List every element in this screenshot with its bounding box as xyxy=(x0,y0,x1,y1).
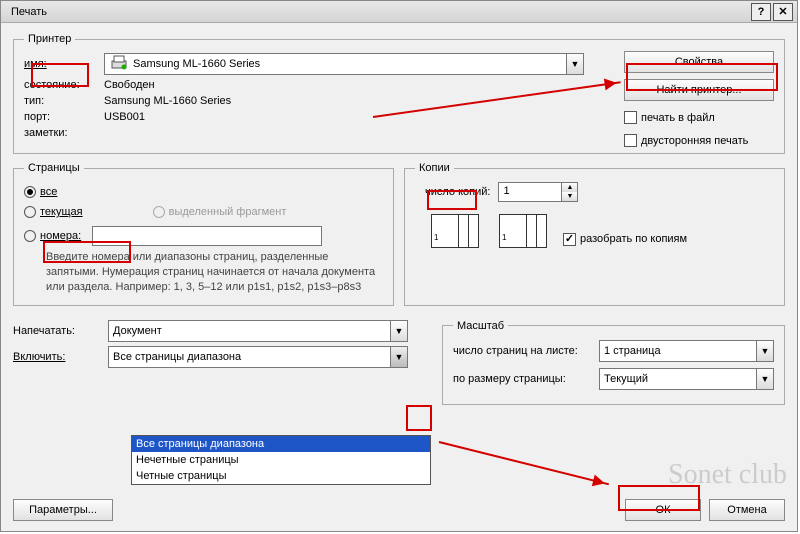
cancel-button[interactable]: Отмена xyxy=(709,499,785,521)
include-dropdown-list[interactable]: Все страницы диапазона Нечетные страницы… xyxy=(131,435,431,485)
pages-per-sheet-label: число страниц на листе: xyxy=(453,345,593,357)
titlebar: Печать ? ✕ xyxy=(1,1,797,23)
pages-current-label: текущая xyxy=(40,206,83,218)
pages-numbers-label: номера: xyxy=(40,230,81,242)
parameters-button[interactable]: Параметры... xyxy=(13,499,113,521)
pages-per-sheet-value: 1 страница xyxy=(600,345,756,357)
port-label: порт: xyxy=(24,111,104,123)
spin-up-icon[interactable]: ▲ xyxy=(562,183,577,192)
spin-down-icon[interactable]: ▼ xyxy=(562,192,577,201)
pages-legend: Страницы xyxy=(24,162,84,174)
find-printer-button[interactable]: Найти принтер... xyxy=(624,79,774,101)
port-value: USB001 xyxy=(104,111,145,123)
ok-button[interactable]: ОК xyxy=(625,499,701,521)
pages-all-radio[interactable] xyxy=(24,186,36,198)
printer-icon xyxy=(109,55,129,73)
print-to-file-label: печать в файл xyxy=(641,112,715,124)
dialog-title: Печать xyxy=(5,6,749,18)
watermark: Sonet club xyxy=(668,459,787,491)
copies-count-value: 1 xyxy=(499,183,561,201)
help-button[interactable]: ? xyxy=(751,3,771,21)
print-to-file-checkbox[interactable] xyxy=(624,111,637,124)
notes-label: заметки: xyxy=(24,127,104,139)
chevron-down-icon[interactable]: ▼ xyxy=(566,54,583,74)
copies-group: Копии число копий: 1 ▲▼ 3 2 1 xyxy=(404,162,785,306)
include-value: Все страницы диапазона xyxy=(109,351,390,363)
collate-label: разобрать по копиям xyxy=(580,233,687,245)
print-what-combo[interactable]: Документ ▼ xyxy=(108,320,408,342)
copies-count-label: число копий: xyxy=(425,186,490,198)
name-label: имя: xyxy=(24,58,104,70)
pages-numbers-radio[interactable] xyxy=(24,230,36,242)
duplex-checkbox[interactable] xyxy=(624,134,637,147)
pages-numbers-input[interactable] xyxy=(92,226,322,246)
fit-to-page-value: Текущий xyxy=(600,373,756,385)
chevron-down-icon[interactable]: ▼ xyxy=(390,321,407,341)
include-combo[interactable]: Все страницы диапазона ▼ xyxy=(108,346,408,368)
copies-legend: Копии xyxy=(415,162,454,174)
annotation-arrow xyxy=(439,441,609,485)
close-button[interactable]: ✕ xyxy=(773,3,793,21)
pages-current-radio[interactable] xyxy=(24,206,36,218)
include-label: Включить: xyxy=(13,351,108,363)
chevron-down-icon[interactable]: ▼ xyxy=(390,347,407,367)
pages-per-sheet-combo[interactable]: 1 страница ▼ xyxy=(599,340,774,362)
scale-legend: Масштаб xyxy=(453,320,508,332)
print-what-value: Документ xyxy=(109,325,390,337)
status-value: Свободен xyxy=(104,79,155,91)
printer-name-value: Samsung ML-1660 Series xyxy=(133,58,566,70)
chevron-down-icon[interactable]: ▼ xyxy=(756,341,773,361)
printer-group: Принтер имя: Samsung ML-1660 Series ▼ со… xyxy=(13,33,785,154)
collate-checkbox[interactable]: ✓ xyxy=(563,233,576,246)
properties-button[interactable]: Свойства xyxy=(624,51,774,73)
include-option[interactable]: Нечетные страницы xyxy=(132,452,430,468)
status-label: состояние: xyxy=(24,79,104,91)
include-option[interactable]: Четные страницы xyxy=(132,468,430,484)
print-what-label: Напечатать: xyxy=(13,325,108,337)
pages-selection-radio xyxy=(153,206,165,218)
type-label: тип: xyxy=(24,95,104,107)
chevron-down-icon[interactable]: ▼ xyxy=(756,369,773,389)
pages-all-label: все xyxy=(40,186,57,198)
pages-help-text: Введите номера или диапазоны страниц, ра… xyxy=(46,250,383,295)
duplex-label: двусторонняя печать xyxy=(641,135,748,147)
fit-to-page-combo[interactable]: Текущий ▼ xyxy=(599,368,774,390)
collate-illustration: 3 2 1 3 2 1 xyxy=(431,214,551,264)
scale-group: Масштаб число страниц на листе: 1 страни… xyxy=(442,320,785,405)
pages-selection-label: выделенный фрагмент xyxy=(169,206,287,218)
type-value: Samsung ML-1660 Series xyxy=(104,95,231,107)
fit-to-page-label: по размеру страницы: xyxy=(453,373,593,385)
printer-legend: Принтер xyxy=(24,33,75,45)
pages-group: Страницы все текущая выделенный фрагмент… xyxy=(13,162,394,306)
copies-spinner[interactable]: 1 ▲▼ xyxy=(498,182,578,202)
printer-name-combo[interactable]: Samsung ML-1660 Series ▼ xyxy=(104,53,584,75)
include-option[interactable]: Все страницы диапазона xyxy=(132,436,430,452)
